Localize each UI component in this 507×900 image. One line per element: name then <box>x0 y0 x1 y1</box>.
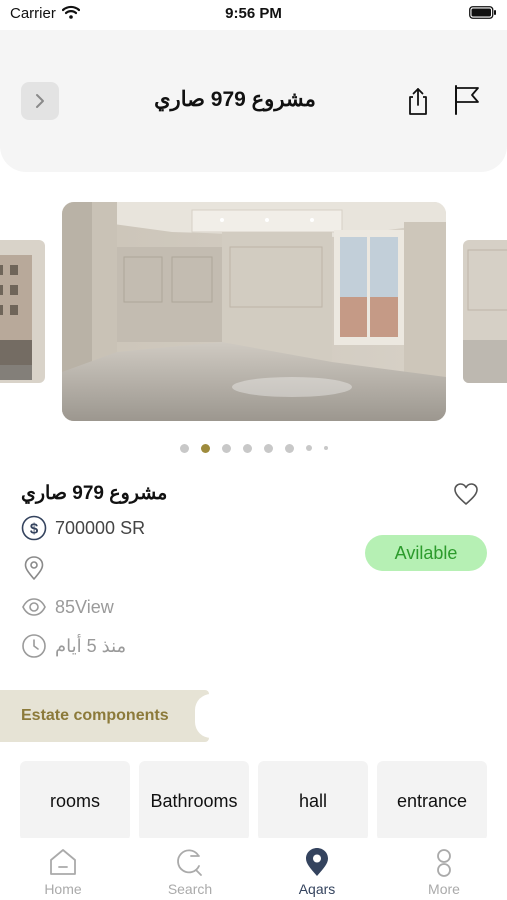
pagination-dot[interactable] <box>305 445 312 451</box>
component-card-hall[interactable]: hall <box>258 761 368 841</box>
posted-value: منذ 5 أيام <box>55 635 127 656</box>
views-value: 85View <box>55 596 114 617</box>
tab-home[interactable]: Home <box>0 838 126 900</box>
image-carousel[interactable] <box>0 200 507 425</box>
pagination-dot[interactable] <box>284 443 294 453</box>
battery-icon <box>469 6 496 19</box>
page-title: مشروع 979 صاري <box>154 88 316 111</box>
posted-row: منذ 5 أيام <box>21 633 126 659</box>
component-card-bathrooms[interactable]: Bathrooms <box>139 761 249 841</box>
clock-icon <box>22 634 46 658</box>
location-pin-icon <box>24 556 44 580</box>
status-time: 9:56 PM <box>225 5 282 22</box>
tab-label: Home <box>44 881 82 897</box>
location-row <box>21 555 55 581</box>
tab-label: Aqars <box>298 881 336 897</box>
component-card-entrance[interactable]: entrance <box>377 761 487 841</box>
profile-icon <box>437 849 451 877</box>
dollar-icon: $ <box>21 515 47 541</box>
search-icon <box>177 849 202 876</box>
pagination-dot-active[interactable] <box>200 443 210 453</box>
eye-icon <box>22 598 46 616</box>
component-card-rooms[interactable]: rooms <box>20 761 130 841</box>
tab-bar: Home Search Aqars More <box>0 838 507 900</box>
pagination-dot[interactable] <box>242 443 252 453</box>
flag-icon[interactable] <box>452 84 482 116</box>
property-title: مشروع 979 صاري <box>21 483 168 504</box>
components-list: rooms Bathrooms hall entrance <box>20 761 488 841</box>
gallery-image-current[interactable] <box>62 202 446 421</box>
gallery-image-next[interactable] <box>463 240 507 383</box>
pagination-dot[interactable] <box>221 443 231 453</box>
pagination-dot[interactable] <box>263 443 273 453</box>
tab-label: More <box>428 881 460 897</box>
home-icon <box>50 849 76 875</box>
location-pin-icon <box>306 848 328 876</box>
back-button[interactable] <box>21 82 59 120</box>
tab-aqars[interactable]: Aqars <box>254 838 380 900</box>
tab-search[interactable]: Search <box>127 838 253 900</box>
tab-label: Search <box>167 881 213 897</box>
status-bar: Carrier 9:56 PM <box>0 0 507 30</box>
carousel-pagination <box>0 441 507 455</box>
chevron-right-icon <box>36 94 44 108</box>
status-badge: Avilable <box>365 535 487 571</box>
share-icon[interactable] <box>405 86 431 116</box>
gallery-image-previous[interactable] <box>0 240 45 383</box>
page-header: مشروع 979 صاري <box>0 30 507 172</box>
svg-text:$: $ <box>30 521 39 538</box>
section-heading: Estate components <box>21 707 169 724</box>
tab-more[interactable]: More <box>381 838 507 900</box>
heart-icon[interactable] <box>453 482 479 506</box>
price-value: 700000 SR <box>55 517 146 538</box>
section-heading-tag: Estate components <box>0 690 211 742</box>
price-row: $ 700000 SR <box>21 515 145 541</box>
pagination-dot[interactable] <box>323 446 328 450</box>
views-row: 85View <box>21 594 114 620</box>
pagination-dot[interactable] <box>179 443 189 453</box>
